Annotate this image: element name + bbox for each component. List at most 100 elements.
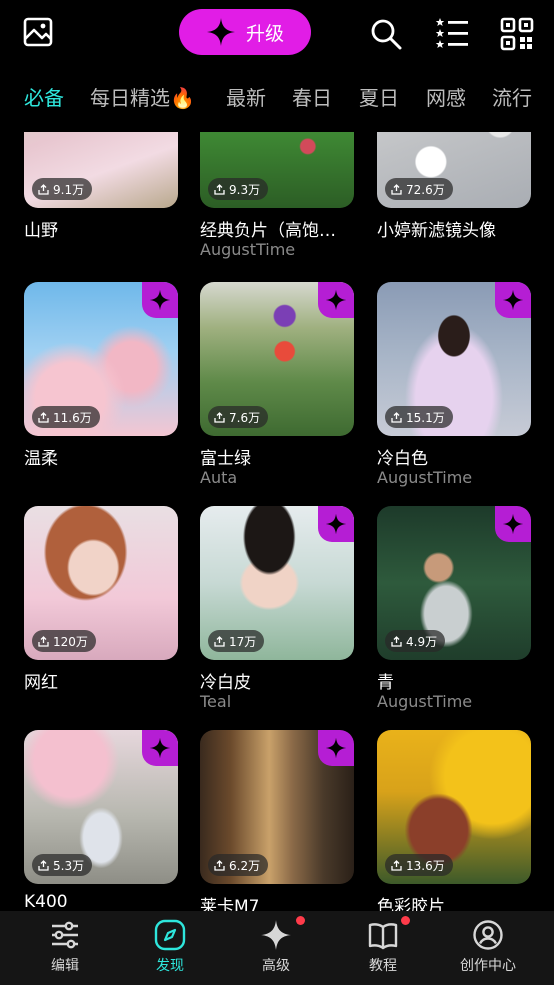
filter-grid: 9.1万 山野 9.3万 经典负片（高饱… AugustTime 72.6万 小… bbox=[0, 132, 554, 912]
nav-edit[interactable]: 编辑 bbox=[15, 911, 115, 985]
share-icon bbox=[391, 635, 402, 647]
tab-daily-picks[interactable]: 每日精选🔥 bbox=[90, 82, 195, 111]
qr-code-button[interactable] bbox=[497, 14, 537, 54]
tab-popular[interactable]: 流行 bbox=[492, 82, 532, 111]
filter-title: 小婷新滤镜头像 bbox=[377, 221, 496, 238]
filter-thumbnail: 7.6万 bbox=[200, 282, 354, 436]
filter-card[interactable]: 7.6万 富士绿 Auta bbox=[200, 282, 354, 490]
sparkle-icon bbox=[325, 737, 347, 759]
filter-card[interactable]: 17万 冷白皮 Teal bbox=[200, 506, 354, 714]
filter-title: 色彩胶片 bbox=[377, 897, 445, 912]
image-icon bbox=[23, 17, 53, 47]
share-icon bbox=[214, 183, 225, 195]
filter-thumbnail: 120万 bbox=[24, 506, 178, 660]
share-icon bbox=[391, 411, 402, 423]
filter-title: 温柔 bbox=[24, 449, 58, 466]
usage-count: 7.6万 bbox=[208, 406, 269, 428]
filter-card[interactable]: 11.6万 温柔 bbox=[24, 282, 178, 466]
filter-author: Auta bbox=[200, 468, 238, 487]
profile-icon bbox=[473, 920, 503, 950]
filter-title: K400 bbox=[24, 892, 68, 912]
usage-count: 4.9万 bbox=[385, 630, 446, 652]
sparkle-icon bbox=[502, 289, 524, 311]
filter-card[interactable]: 72.6万 小婷新滤镜头像 bbox=[377, 132, 531, 238]
filter-author: AugustTime bbox=[200, 240, 296, 259]
category-tabs: 必备 每日精选🔥 最新 春日 夏日 网感 流行 bbox=[0, 78, 554, 118]
usage-count: 6.2万 bbox=[208, 854, 269, 876]
nav-tutorial[interactable]: 教程 bbox=[333, 911, 433, 985]
share-icon bbox=[38, 859, 49, 871]
filter-thumbnail: 11.6万 bbox=[24, 282, 178, 436]
usage-count: 5.3万 bbox=[32, 854, 93, 876]
usage-count: 11.6万 bbox=[32, 406, 100, 428]
upgrade-label: 升级 bbox=[245, 22, 284, 45]
premium-badge bbox=[142, 730, 178, 766]
filter-card[interactable]: 15.1万 冷白色 AugustTime bbox=[377, 282, 531, 490]
nav-label: 高级 bbox=[262, 958, 290, 974]
filter-thumbnail: 6.2万 bbox=[200, 730, 354, 884]
filter-title: 冷白色 bbox=[377, 449, 428, 466]
ranking-list-button[interactable] bbox=[432, 14, 472, 54]
premium-badge bbox=[142, 282, 178, 318]
filter-thumbnail: 9.1万 bbox=[24, 132, 178, 208]
sparkle-icon bbox=[325, 513, 347, 535]
filter-thumbnail: 17万 bbox=[200, 506, 354, 660]
tab-spring[interactable]: 春日 bbox=[292, 82, 332, 111]
filter-thumbnail: 13.6万 bbox=[377, 730, 531, 884]
nav-label: 编辑 bbox=[51, 958, 79, 974]
filter-title: 山野 bbox=[24, 221, 58, 238]
premium-badge bbox=[318, 506, 354, 542]
share-icon bbox=[391, 183, 402, 195]
usage-count: 13.6万 bbox=[385, 854, 453, 876]
premium-badge bbox=[318, 730, 354, 766]
share-icon bbox=[214, 859, 225, 871]
share-icon bbox=[38, 635, 49, 647]
share-icon bbox=[38, 411, 49, 423]
nav-discover[interactable]: 发现 bbox=[120, 911, 220, 985]
sliders-icon bbox=[52, 921, 78, 949]
compass-icon bbox=[154, 919, 186, 951]
filter-card[interactable]: 5.3万 K400 bbox=[24, 730, 178, 912]
share-icon bbox=[214, 411, 225, 423]
nav-label: 教程 bbox=[369, 958, 397, 974]
filter-thumbnail: 9.3万 bbox=[200, 132, 354, 208]
filter-author: Teal bbox=[200, 692, 232, 711]
premium-badge bbox=[495, 282, 531, 318]
sparkle-icon bbox=[149, 737, 171, 759]
filter-thumbnail: 72.6万 bbox=[377, 132, 531, 208]
usage-count: 9.3万 bbox=[208, 178, 269, 200]
nav-creator-center[interactable]: 创作中心 bbox=[438, 911, 538, 985]
share-icon bbox=[391, 859, 402, 871]
filter-card[interactable]: 120万 网红 bbox=[24, 506, 178, 690]
tab-latest[interactable]: 最新 bbox=[226, 82, 266, 111]
nav-premium[interactable]: 高级 bbox=[226, 911, 326, 985]
tab-summer[interactable]: 夏日 bbox=[359, 82, 399, 111]
nav-label: 创作中心 bbox=[460, 958, 516, 974]
nav-label: 发现 bbox=[156, 958, 184, 974]
filter-card[interactable]: 4.9万 青 AugustTime bbox=[377, 506, 531, 714]
sparkle-icon bbox=[325, 289, 347, 311]
filter-thumbnail: 4.9万 bbox=[377, 506, 531, 660]
tab-internet-feel[interactable]: 网感 bbox=[426, 82, 466, 111]
book-icon bbox=[368, 923, 398, 950]
star-list-icon bbox=[435, 18, 468, 48]
filter-card[interactable]: 13.6万 色彩胶片 bbox=[377, 730, 531, 912]
filter-card[interactable]: 6.2万 莱卡M7 bbox=[200, 730, 354, 912]
usage-count: 120万 bbox=[32, 630, 96, 652]
gallery-button[interactable] bbox=[20, 14, 56, 50]
filter-title: 冷白皮 bbox=[200, 673, 251, 690]
sparkle-icon bbox=[261, 920, 291, 950]
filter-title: 经典负片（高饱… bbox=[200, 221, 336, 238]
filter-card[interactable]: 9.3万 经典负片（高饱… AugustTime bbox=[200, 132, 354, 262]
premium-badge bbox=[318, 282, 354, 318]
search-button[interactable] bbox=[366, 14, 406, 54]
filter-thumbnail: 15.1万 bbox=[377, 282, 531, 436]
qr-code-icon bbox=[500, 17, 534, 51]
filter-card[interactable]: 9.1万 山野 bbox=[24, 132, 178, 238]
upgrade-button[interactable]: 升级 bbox=[179, 9, 311, 55]
tab-essentials[interactable]: 必备 bbox=[24, 82, 64, 111]
notification-dot bbox=[401, 916, 410, 925]
top-bar: 升级 bbox=[0, 0, 554, 66]
sparkle-icon bbox=[206, 18, 235, 46]
search-icon bbox=[371, 19, 402, 50]
